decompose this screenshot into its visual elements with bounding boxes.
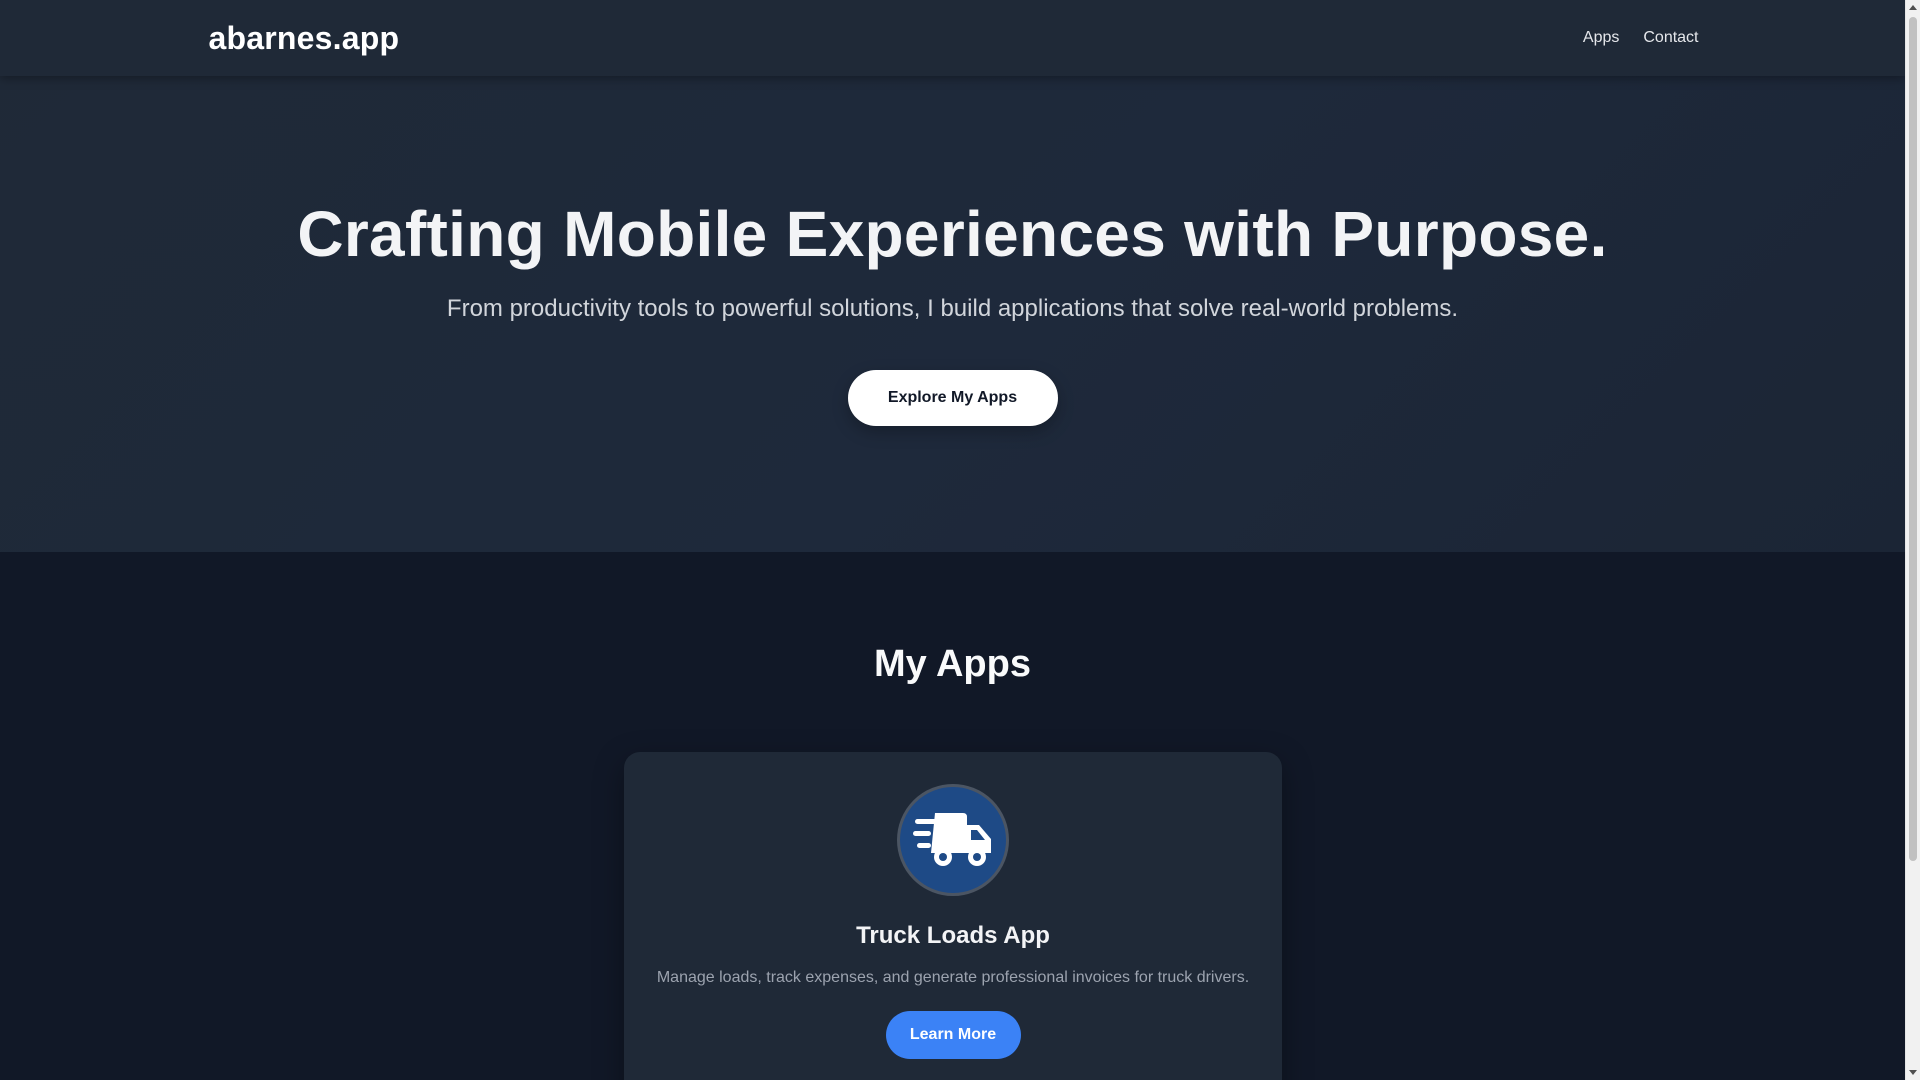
app-description: Manage loads, track expenses, and genera… xyxy=(656,969,1250,986)
viewport: abarnes.app Apps Contact Crafting Mobile… xyxy=(0,0,1905,1080)
scroll-up-arrow-icon[interactable] xyxy=(1909,5,1917,10)
learn-more-button[interactable]: Learn More xyxy=(885,1011,1021,1059)
section-title: My Apps xyxy=(874,643,1031,685)
navbar: abarnes.app Apps Contact xyxy=(0,0,1905,76)
scrollbar-thumb[interactable] xyxy=(1909,17,1917,861)
hero-section: Crafting Mobile Experiences with Purpose… xyxy=(0,0,1905,552)
site-logo[interactable]: abarnes.app xyxy=(209,20,400,57)
hero-subtitle: From productivity tools to powerful solu… xyxy=(446,295,1459,322)
nav-link-contact[interactable]: Contact xyxy=(1643,29,1698,47)
app-card: Truck Loads App Manage loads, track expe… xyxy=(624,752,1282,1080)
page: abarnes.app Apps Contact Crafting Mobile… xyxy=(0,0,1920,1080)
scroll-down-arrow-icon[interactable] xyxy=(1909,1070,1917,1075)
truck-icon xyxy=(897,784,1009,896)
navbar-inner: abarnes.app Apps Contact xyxy=(105,0,1801,76)
nav-links: Apps Contact xyxy=(1583,29,1699,47)
explore-apps-button[interactable]: Explore My Apps xyxy=(847,370,1058,426)
app-name: Truck Loads App xyxy=(856,922,1050,949)
nav-link-apps[interactable]: Apps xyxy=(1583,29,1619,47)
vertical-scrollbar[interactable] xyxy=(1905,0,1920,1080)
hero-title: Crafting Mobile Experiences with Purpose… xyxy=(297,198,1608,270)
apps-section: My Apps Truck Loads App Manage loads, tr… xyxy=(0,552,1905,1080)
